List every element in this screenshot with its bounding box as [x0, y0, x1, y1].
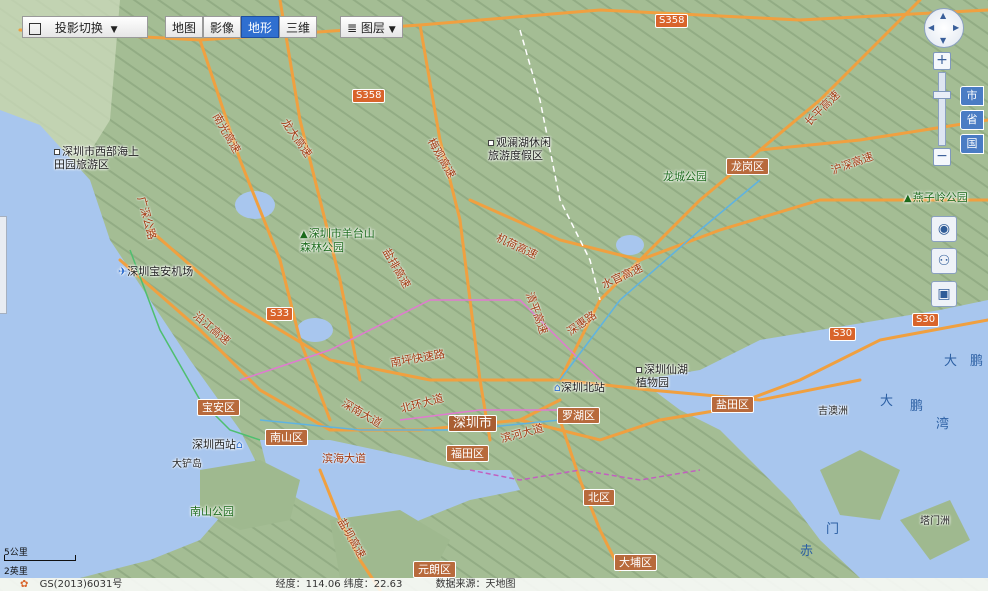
- pan-left-icon[interactable]: ◀: [928, 23, 934, 32]
- water-label: 门: [826, 522, 840, 537]
- road-shield: S358: [655, 14, 689, 28]
- district-north[interactable]: 北区: [583, 489, 615, 506]
- pan-down-icon[interactable]: ▼: [940, 36, 946, 45]
- place-north-station[interactable]: ⌂深圳北站: [554, 381, 605, 394]
- logo-icon: ✿: [20, 579, 29, 590]
- district-baoan[interactable]: 宝安区: [197, 399, 240, 416]
- tab-imagery[interactable]: 影像: [203, 16, 242, 38]
- water-label: 鹏: [910, 399, 924, 414]
- chevron-down-icon: ▼: [388, 25, 396, 35]
- side-panel-toggle[interactable]: [0, 216, 7, 314]
- place-xianhu[interactable]: 深圳仙湖植物园: [636, 363, 696, 389]
- water-label: 赤: [800, 544, 814, 559]
- tab-3d[interactable]: 三维: [279, 16, 318, 38]
- screen-button[interactable]: ▣: [931, 281, 957, 307]
- layers-icon: ≣: [347, 21, 358, 35]
- zoom-level-country[interactable]: 国: [960, 134, 984, 154]
- copyright-text: GS(2013)6031号: [39, 579, 123, 590]
- zoom-control[interactable]: + −: [933, 52, 951, 166]
- layers-control[interactable]: ≣ 图层 ▼: [340, 16, 403, 38]
- place-longcheng[interactable]: 龙城公园: [663, 170, 707, 183]
- street-view-button[interactable]: ◉: [931, 216, 957, 242]
- projection-button[interactable]: 投影切换 ▼: [22, 16, 148, 38]
- water-label: 鹏: [970, 354, 984, 369]
- place-west-station[interactable]: 深圳西站⌂: [192, 438, 243, 451]
- district-taipo[interactable]: 大埔区: [614, 554, 657, 571]
- zoom-in-button[interactable]: +: [933, 52, 951, 70]
- road-shield: S33: [266, 307, 294, 321]
- district-yuanlang[interactable]: 元朗区: [413, 561, 456, 578]
- people-icon: ⚇: [937, 253, 951, 269]
- zoom-level-city[interactable]: 市: [960, 86, 984, 106]
- city-shenzhen[interactable]: 深圳市: [448, 415, 498, 432]
- place-tamen: 塔门洲: [920, 516, 950, 527]
- place-yangtai-park[interactable]: ▲深圳市羊台山森林公园: [300, 227, 376, 254]
- place-yanziling[interactable]: ▲燕子岭公园: [904, 191, 968, 205]
- data-source: 数据来源：天地图: [435, 579, 516, 590]
- map-canvas[interactable]: 深圳市西部海上田园旅游区 观澜湖休闲旅游度假区 ▲深圳市羊台山森林公园 ✈深圳宝…: [0, 0, 988, 591]
- people-button[interactable]: ⚇: [931, 248, 957, 274]
- road-shield: S358: [352, 89, 386, 103]
- district-luohu[interactable]: 罗湖区: [557, 407, 600, 424]
- projection-icon: [29, 22, 41, 35]
- road-shield: S30: [829, 327, 857, 341]
- zoom-out-button[interactable]: −: [933, 148, 951, 166]
- zoom-slider[interactable]: [933, 72, 951, 146]
- map-type-tabs[interactable]: 地图 影像 地形 三维: [165, 16, 318, 38]
- map-graphics: [0, 0, 988, 591]
- chevron-down-icon: ▼: [110, 25, 118, 35]
- zoom-level-province[interactable]: 省: [960, 110, 984, 130]
- place-guanlan[interactable]: 观澜湖休闲旅游度假区: [488, 136, 558, 162]
- coordinates: 经度：114.06 纬度：22.63: [275, 579, 403, 590]
- zoom-handle[interactable]: [933, 91, 951, 99]
- pan-up-icon[interactable]: ▲: [940, 11, 946, 20]
- scale-mile: 2英里: [4, 567, 28, 577]
- layers-label: 图层: [360, 21, 385, 35]
- pan-control[interactable]: ▲ ▼ ◀ ▶: [924, 8, 964, 48]
- district-longgang[interactable]: 龙岗区: [726, 158, 769, 175]
- place-nanshan-park[interactable]: 南山公园: [190, 505, 234, 518]
- status-bar: ✿ GS(2013)6031号 经度：114.06 纬度：22.63 数据来源：…: [0, 578, 988, 591]
- water-label: 大: [944, 354, 958, 369]
- district-yantian[interactable]: 盐田区: [711, 396, 754, 413]
- place-west-park[interactable]: 深圳市西部海上田园旅游区: [54, 145, 146, 171]
- district-nanshan[interactable]: 南山区: [265, 429, 308, 446]
- scale-line: [4, 555, 76, 561]
- projection-label: 投影切换: [54, 21, 103, 35]
- projection-switcher[interactable]: 投影切换 ▼: [22, 16, 148, 38]
- water-label: 大: [880, 394, 894, 409]
- road-shield: S30: [912, 313, 940, 327]
- place-jiqing: 吉澳洲: [818, 406, 848, 417]
- place-daming: 大铲岛: [172, 459, 202, 470]
- pan-right-icon[interactable]: ▶: [953, 23, 959, 32]
- tab-terrain[interactable]: 地形: [241, 16, 280, 38]
- pegman-icon: ◉: [937, 221, 951, 237]
- layers-button[interactable]: ≣ 图层 ▼: [340, 16, 403, 38]
- monitor-icon: ▣: [937, 286, 951, 302]
- tab-map[interactable]: 地图: [165, 16, 204, 38]
- water-label: 湾: [936, 417, 950, 432]
- district-futian[interactable]: 福田区: [446, 445, 489, 462]
- place-airport[interactable]: ✈深圳宝安机场: [118, 265, 193, 278]
- scale-bar: 5公里 2英里: [4, 545, 76, 577]
- road-name: 滨海大道: [322, 452, 366, 465]
